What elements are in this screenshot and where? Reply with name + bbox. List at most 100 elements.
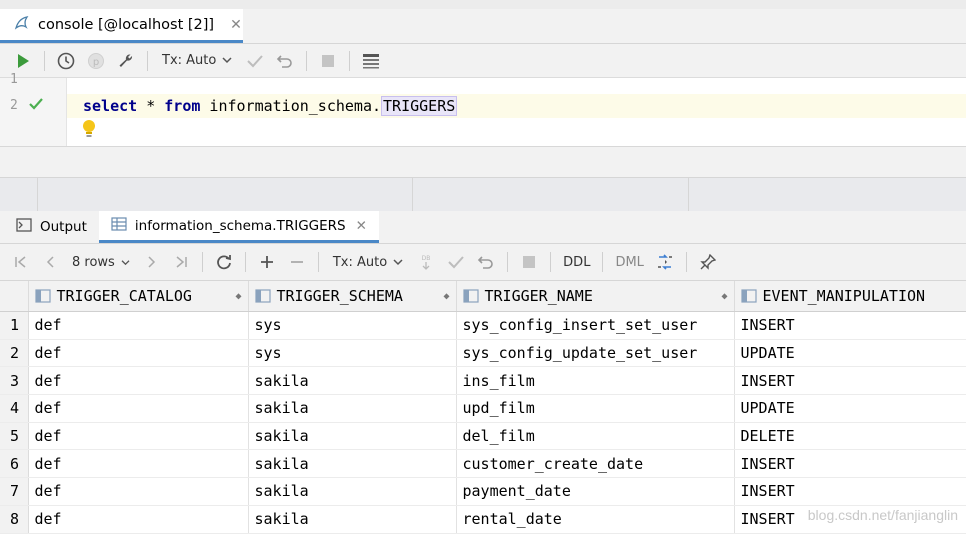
- delete-row-icon[interactable]: [282, 248, 312, 276]
- empty-panel-row: [0, 177, 966, 212]
- next-page-icon[interactable]: [136, 248, 166, 276]
- grid-cell[interactable]: INSERT: [734, 311, 966, 340]
- submit-db-icon[interactable]: DB: [411, 248, 441, 276]
- rollback-icon[interactable]: [270, 47, 300, 75]
- grid-cell[interactable]: INSERT: [734, 449, 966, 479]
- line-number: 2: [10, 98, 18, 113]
- sql-text: *: [137, 97, 165, 115]
- column-header-label: TRIGGER_CATALOG: [56, 287, 192, 305]
- table-row[interactable]: 7 def sakila payment_date INSERT: [0, 477, 966, 506]
- chevron-down-icon: [121, 259, 130, 265]
- table-row[interactable]: 2 def sys sys_config_update_set_user UPD…: [0, 339, 966, 368]
- mysql-dolphin-icon: [14, 15, 30, 35]
- console-toolbar: p Tx: Auto: [0, 44, 966, 78]
- grid-cell[interactable]: sys_config_insert_set_user: [456, 311, 735, 340]
- results-layout-icon[interactable]: [356, 47, 386, 75]
- table-row[interactable]: 1 def sys sys_config_insert_set_user INS…: [0, 311, 966, 340]
- tab-result-label: information_schema.TRIGGERS: [134, 217, 346, 234]
- ddl-button[interactable]: DDL: [557, 255, 596, 270]
- grid-cell[interactable]: def: [28, 394, 249, 423]
- sql-text: information_schema.: [200, 97, 382, 115]
- row-number: 6: [0, 449, 29, 479]
- close-tab-icon[interactable]: ✕: [356, 218, 367, 234]
- run-icon[interactable]: [8, 47, 38, 75]
- settings-wrench-icon[interactable]: [111, 47, 141, 75]
- grid-cell[interactable]: DELETE: [734, 422, 966, 451]
- grid-cell[interactable]: sakila: [248, 477, 457, 506]
- grid-cell[interactable]: sys: [248, 311, 457, 340]
- grid-cell[interactable]: upd_film: [456, 394, 735, 423]
- sort-icon[interactable]: ◆: [721, 291, 727, 302]
- console-tab[interactable]: console [@localhost [2]] ✕: [0, 9, 243, 43]
- grid-cell[interactable]: del_film: [456, 422, 735, 451]
- grid-cell[interactable]: sakila: [248, 449, 457, 479]
- grid-cell[interactable]: def: [28, 339, 249, 368]
- toolbar-separator: [44, 50, 45, 71]
- grid-cell[interactable]: sakila: [248, 422, 457, 451]
- grid-cell[interactable]: def: [28, 449, 249, 479]
- tab-output[interactable]: Output: [0, 211, 99, 243]
- add-row-icon[interactable]: [252, 248, 282, 276]
- tx-mode-dropdown[interactable]: Tx: Auto: [325, 255, 411, 270]
- last-page-icon[interactable]: [166, 248, 196, 276]
- grid-cell[interactable]: customer_create_date: [456, 449, 735, 479]
- grid-cell[interactable]: sakila: [248, 394, 457, 423]
- grid-cell[interactable]: sakila: [248, 366, 457, 396]
- sql-table-identifier[interactable]: TRIGGERS: [381, 96, 458, 116]
- column-header-trigger-name[interactable]: TRIGGER_NAME ◆: [456, 281, 735, 312]
- parameters-icon[interactable]: p: [81, 47, 111, 75]
- sort-icon[interactable]: ◆: [443, 291, 449, 302]
- tab-result-triggers[interactable]: information_schema.TRIGGERS ✕: [98, 211, 379, 243]
- table-row[interactable]: 3 def sakila ins_film INSERT: [0, 366, 966, 396]
- tx-mode-dropdown[interactable]: Tx: Auto: [154, 53, 240, 68]
- dml-button[interactable]: DML: [609, 255, 649, 270]
- svg-text:p: p: [93, 57, 99, 68]
- editor-gutter: 1 2: [0, 72, 67, 146]
- compare-arrows-icon[interactable]: [650, 248, 680, 276]
- refresh-icon[interactable]: [209, 248, 239, 276]
- grid-cell[interactable]: INSERT: [734, 477, 966, 506]
- grid-cell[interactable]: sys: [248, 339, 457, 368]
- page-size-dropdown[interactable]: 8 rows: [66, 255, 136, 270]
- grid-cell[interactable]: def: [28, 422, 249, 451]
- grid-cell[interactable]: def: [28, 366, 249, 396]
- table-row[interactable]: 5 def sakila del_film DELETE: [0, 422, 966, 451]
- grid-cell[interactable]: def: [28, 311, 249, 340]
- grid-cell[interactable]: payment_date: [456, 477, 735, 506]
- sort-icon[interactable]: ◆: [235, 291, 241, 302]
- grid-cell[interactable]: ins_film: [456, 366, 735, 396]
- tx-mode-label: Tx: Auto: [162, 53, 217, 68]
- column-header-trigger-schema[interactable]: TRIGGER_SCHEMA ◆: [248, 281, 457, 312]
- column-header-trigger-catalog[interactable]: TRIGGER_CATALOG ◆: [28, 281, 249, 312]
- chevron-down-icon: [222, 53, 232, 68]
- row-number-header: [0, 281, 29, 312]
- close-tab-icon[interactable]: ✕: [230, 17, 242, 33]
- rollback-icon[interactable]: [471, 248, 501, 276]
- stop-icon[interactable]: [313, 47, 343, 75]
- grid-cell[interactable]: def: [28, 477, 249, 506]
- table-row[interactable]: 4 def sakila upd_film UPDATE: [0, 394, 966, 423]
- grid-header-row: TRIGGER_CATALOG ◆ TRIGGER_SCHEMA ◆ TRIGG…: [0, 281, 966, 312]
- table-row[interactable]: 6 def sakila customer_create_date INSERT: [0, 449, 966, 479]
- previous-page-icon[interactable]: [36, 248, 66, 276]
- column-icon: [254, 289, 271, 303]
- lightbulb-icon[interactable]: [81, 119, 97, 143]
- column-header-event-manipulation[interactable]: EVENT_MANIPULATION: [734, 281, 966, 312]
- commit-icon[interactable]: [441, 248, 471, 276]
- stop-icon[interactable]: [514, 248, 544, 276]
- chevron-down-icon: [393, 259, 403, 266]
- toolbar-separator: [602, 252, 604, 272]
- sql-editor[interactable]: 1 2 select * from information_schema. TRI…: [0, 72, 966, 147]
- grid-cell[interactable]: UPDATE: [734, 339, 966, 368]
- first-page-icon[interactable]: [6, 248, 36, 276]
- column-header-label: EVENT_MANIPULATION: [762, 287, 926, 305]
- history-icon[interactable]: [51, 47, 81, 75]
- grid-cell[interactable]: UPDATE: [734, 394, 966, 423]
- divider: [412, 178, 413, 212]
- toolbar-separator: [201, 252, 203, 272]
- commit-icon[interactable]: [240, 47, 270, 75]
- toolbar-separator: [349, 50, 351, 71]
- grid-cell[interactable]: sys_config_update_set_user: [456, 339, 735, 368]
- pin-icon[interactable]: [693, 248, 723, 276]
- grid-cell[interactable]: INSERT: [734, 366, 966, 396]
